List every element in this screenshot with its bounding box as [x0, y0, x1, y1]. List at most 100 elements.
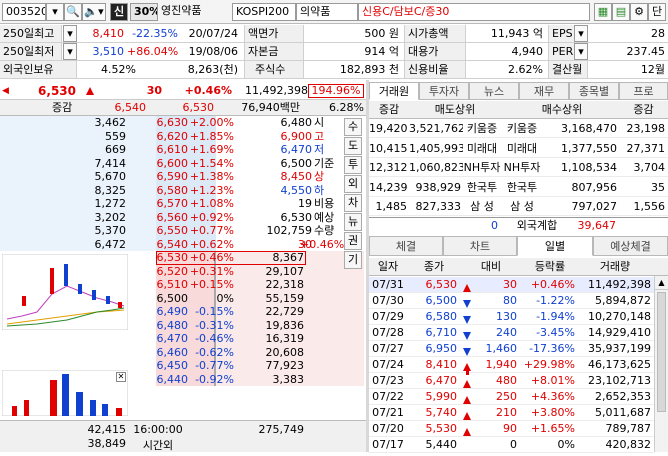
- gear-icon[interactable]: ⚙: [630, 3, 648, 21]
- ask-price[interactable]: 6,540: [156, 238, 189, 252]
- bid-row[interactable]: 6,470 -0.46% 16,319: [0, 332, 366, 346]
- search-icon[interactable]: 🔍: [64, 3, 82, 21]
- eps-dropdown-icon[interactable]: ▾: [574, 25, 588, 42]
- ask-row[interactable]: 3,462 6,630 +2.00% 6,480 시: [0, 116, 366, 130]
- ask-row[interactable]: 7,414 6,600 +1.54% 6,500 기준: [0, 157, 366, 171]
- credit-lock-icon[interactable]: 신: [110, 3, 128, 21]
- single-view-button[interactable]: 단: [648, 3, 666, 21]
- tab-daily-0[interactable]: 체결: [369, 236, 443, 256]
- side-tab[interactable]: 뉴: [344, 213, 362, 231]
- tab-daily-1[interactable]: 차트: [443, 236, 517, 256]
- daily-row[interactable]: 07/29 6,580 130 -1.94% 10,270,148: [369, 309, 654, 325]
- daily-date: 07/17: [372, 438, 404, 451]
- ask-row[interactable]: 3,202 6,560 +0.92% 6,530 예상: [0, 211, 366, 225]
- label-market-cap: 시가총액: [404, 25, 466, 42]
- tab-daily-3[interactable]: 예상체결: [593, 236, 668, 256]
- ask-row[interactable]: 8,325 6,580 +1.23% 4,550 하: [0, 184, 366, 198]
- daily-row[interactable]: 07/22 5,990 250 +4.36% 2,652,353: [369, 389, 654, 405]
- bid-price[interactable]: 6,500: [156, 292, 189, 306]
- tab-broker-3[interactable]: 재무: [519, 82, 569, 100]
- side-tab[interactable]: 차: [344, 194, 362, 212]
- tab-broker-2[interactable]: 뉴스: [469, 82, 519, 100]
- broker-row[interactable]: 10,415 1,405,993 미래대 미래대 1,377,550 27,371: [369, 139, 668, 158]
- broker-cell-d2: 23,198: [626, 122, 666, 135]
- bid-price[interactable]: 6,490: [156, 305, 189, 319]
- bid-sum: 275,749: [258, 423, 305, 436]
- side-tab[interactable]: 도: [344, 137, 362, 155]
- export-icon[interactable]: ▤: [612, 3, 630, 21]
- daily-close: 5,440: [425, 438, 458, 451]
- daily-row[interactable]: 07/21 5,740 210 +3.80% 5,011,687: [369, 405, 654, 421]
- row-dropdown-icon[interactable]: ▾: [63, 43, 77, 60]
- side-tab[interactable]: 권: [344, 232, 362, 250]
- tab-broker-0[interactable]: 거래원: [369, 82, 419, 100]
- broker-cell-d2: 27,371: [626, 141, 666, 155]
- scroll-up-icon[interactable]: ▲: [655, 276, 668, 290]
- broker-row[interactable]: 14,239 938,929 한국투 한국투 807,956 35: [369, 178, 668, 197]
- daily-row[interactable]: 07/23 6,470 480 +8.01% 23,102,713: [369, 373, 654, 389]
- tab-daily-2[interactable]: 일별: [517, 236, 593, 256]
- daily-row[interactable]: 07/24 8,410 1,940 +29.98% 46,173,625: [369, 357, 654, 375]
- broker-cell-q1: 3,521,762: [409, 122, 463, 135]
- daily-head-change: 대비: [480, 260, 502, 273]
- value-foreign-rate: 4.52%: [101, 63, 136, 76]
- ask-info-key: 하: [314, 183, 325, 197]
- bid-price[interactable]: 6,510: [156, 278, 189, 292]
- code-dropdown-icon[interactable]: ▾: [46, 3, 64, 21]
- broker-row[interactable]: 1,485 827,333 삼 성 삼 성 797,027 1,556: [369, 197, 668, 216]
- broker-cell-n2: 미래대: [506, 141, 538, 155]
- daily-row[interactable]: 07/20 5,530 90 +1.65% 789,787: [369, 421, 654, 437]
- tab-broker-4[interactable]: 종목별: [569, 82, 619, 100]
- ask-row[interactable]: 6,472 6,540 +0.62% 30 +0.46%: [0, 238, 366, 252]
- ask-row[interactable]: 1,272 6,570 +1.08% 19 비용: [0, 197, 366, 211]
- bid-price[interactable]: 6,480: [156, 319, 189, 333]
- row-dropdown-icon[interactable]: ▾: [63, 25, 77, 42]
- ask-row[interactable]: 5,670 6,590 +1.38% 8,450 상: [0, 170, 366, 184]
- stock-code-input[interactable]: 003520: [2, 3, 46, 21]
- bid-price[interactable]: 6,530: [156, 251, 189, 265]
- side-tab[interactable]: 기: [344, 251, 362, 269]
- bid-price[interactable]: 6,520: [156, 265, 189, 279]
- ask-price[interactable]: 6,610: [156, 143, 189, 157]
- daily-row[interactable]: 07/28 6,710 240 -3.45% 14,929,410: [369, 325, 654, 341]
- layout-icon[interactable]: ▦: [594, 3, 612, 21]
- bid-row[interactable]: 6,530 +0.46% 8,367: [156, 251, 306, 265]
- daily-row[interactable]: 07/31 6,530 30 +0.46% 11,492,398: [369, 277, 654, 293]
- side-tab[interactable]: 수: [344, 118, 362, 136]
- per-dropdown-icon[interactable]: ▾: [574, 43, 588, 60]
- side-tab[interactable]: 투: [344, 156, 362, 174]
- ask-price[interactable]: 6,570: [156, 197, 189, 211]
- ask-price[interactable]: 6,590: [156, 170, 189, 184]
- value-market-cap: 11,943 억: [490, 27, 543, 40]
- close-icon[interactable]: ✕: [116, 372, 126, 382]
- daily-scrollbar[interactable]: ▲: [654, 276, 668, 452]
- ask-price[interactable]: 6,580: [156, 184, 189, 198]
- tab-broker-1[interactable]: 투자자: [419, 82, 469, 100]
- broker-head-sell: 매도상위: [434, 103, 476, 116]
- broker-row[interactable]: 12,312 1,060,823 NH투자 NH투자 1,108,534 3,704: [369, 158, 668, 177]
- bid-price[interactable]: 6,440: [156, 373, 189, 387]
- ask-row[interactable]: 559 6,620 +1.85% 6,900 고: [0, 130, 366, 144]
- broker-cell-n2: 삼 성: [510, 200, 534, 213]
- bid-price[interactable]: 6,460: [156, 346, 189, 360]
- bid-price[interactable]: 6,470: [156, 332, 189, 346]
- side-tab[interactable]: 외: [344, 175, 362, 193]
- tab-broker-5[interactable]: 프로: [619, 82, 668, 100]
- daily-row[interactable]: 07/17 5,440 0 0% 420,832: [369, 437, 654, 453]
- broker-row[interactable]: 19,420 3,521,762 키움증 키움증 3,168,470 23,198: [369, 119, 668, 138]
- ask-price[interactable]: 6,630: [156, 116, 189, 130]
- ask-price[interactable]: 6,550: [156, 224, 189, 238]
- bid-price[interactable]: 6,450: [156, 359, 189, 373]
- ask-row[interactable]: 5,370 6,550 +0.77% 102,759 수량: [0, 224, 366, 238]
- bid-row[interactable]: 6,460 -0.62% 20,608: [0, 346, 366, 360]
- bid-qty: 55,159: [265, 291, 305, 305]
- daily-row[interactable]: 07/30 6,500 80 -1.22% 5,894,872: [369, 293, 654, 309]
- ask-price[interactable]: 6,560: [156, 211, 189, 225]
- ask-row[interactable]: 669 6,610 +1.69% 6,470 저: [0, 143, 366, 157]
- daily-row[interactable]: 07/27 6,950 1,460 -17.36% 35,937,199: [369, 341, 654, 357]
- ask-price[interactable]: 6,620: [156, 130, 189, 144]
- ask-price[interactable]: 6,600: [156, 157, 189, 171]
- sound-icon[interactable]: 🔈▾: [82, 3, 106, 21]
- daily-date: 07/31: [372, 278, 404, 291]
- scroll-thumb[interactable]: [657, 292, 666, 412]
